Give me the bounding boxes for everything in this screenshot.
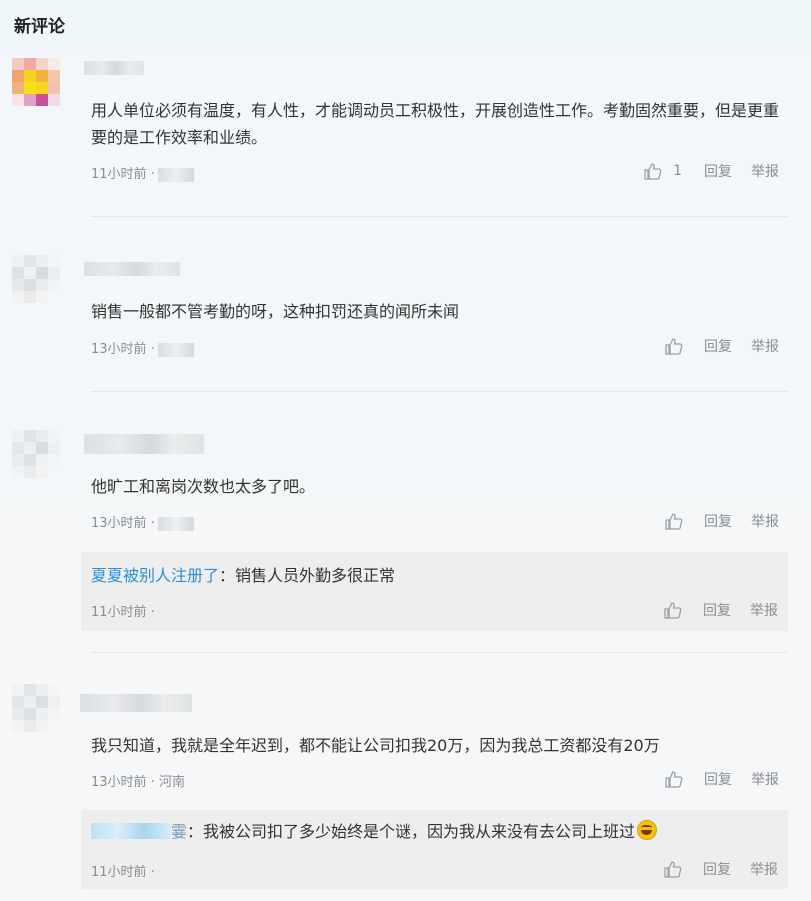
sub-reply: 夏夏被别人注册了：销售人员外勤多很正常 11小时前 · 回复 举报 (81, 552, 788, 631)
sub-reply-actions: 回复 举报 (663, 859, 778, 879)
sub-reply-time: 11小时前 · (91, 865, 155, 880)
comment-actions: 1 回复 举报 (643, 161, 779, 181)
laughing-emoji-icon (637, 820, 658, 840)
comment-time: 13小时前 · 河南 (91, 775, 185, 790)
thumbs-up-icon[interactable] (643, 162, 663, 180)
sub-reply-text: 夏夏被别人注册了：销售人员外勤多很正常 (91, 564, 395, 588)
comment-time: 11小时前 · (91, 167, 155, 182)
comment-actions: 回复 举报 (664, 769, 779, 789)
comment-meta: 13小时前 · 河南 (91, 771, 185, 790)
thumbs-up-icon[interactable] (663, 860, 683, 878)
sub-reply-author-blurred[interactable] (91, 823, 171, 839)
location-blurred (157, 167, 194, 182)
comment-text: 他旷工和离岗次数也太多了吧。 (91, 477, 316, 496)
username-blurred[interactable] (84, 262, 180, 276)
reply-button[interactable]: 回复 (703, 600, 731, 620)
location-blurred (157, 342, 194, 357)
reply-button[interactable]: 回复 (704, 161, 732, 181)
avatar[interactable] (12, 430, 60, 478)
avatar[interactable] (12, 58, 60, 106)
divider (91, 652, 788, 653)
sub-reply-content: ：销售人员外勤多很正常 (219, 566, 396, 585)
report-button[interactable]: 举报 (751, 161, 779, 181)
avatar[interactable] (12, 255, 60, 303)
thumbs-up-icon[interactable] (664, 337, 684, 355)
sub-reply-author[interactable]: 夏夏被别人注册了 (91, 566, 219, 585)
sub-reply: 霎：我被公司扣了多少始终是个谜，因为我从来没有去公司上班过 11小时前 · 回复… (81, 810, 788, 889)
divider (91, 391, 788, 392)
comment-actions: 回复 举报 (664, 336, 779, 356)
username-blurred[interactable] (84, 61, 144, 75)
sub-reply-author[interactable]: 霎 (171, 822, 187, 841)
like-count: 1 (673, 163, 682, 179)
sub-reply-time: 11小时前 · (91, 605, 155, 620)
thumbs-up-icon[interactable] (664, 512, 684, 530)
thumbs-up-icon[interactable] (664, 770, 684, 788)
location-blurred (157, 516, 194, 531)
comment-time: 13小时前 · (91, 516, 155, 531)
comment-text: 用人单位必须有温度，有人性，才能调动员工积极性，开展创造性工作。考勤固然重要，但… (91, 101, 780, 147)
sub-reply-actions: 回复 举报 (663, 600, 778, 620)
reply-button[interactable]: 回复 (703, 859, 731, 879)
divider (91, 216, 788, 217)
sub-reply-content: ：我被公司扣了多少始终是个谜，因为我从来没有去公司上班过 (187, 822, 636, 841)
comment-text: 销售一般都不管考勤的呀，这种扣罚还真的闻所未闻 (91, 302, 460, 321)
comment-meta: 11小时前 · (91, 163, 194, 182)
username-blurred[interactable] (80, 694, 192, 712)
reply-button[interactable]: 回复 (704, 336, 732, 356)
reply-button[interactable]: 回复 (704, 511, 732, 531)
comments-page: 新评论 用人单位必须有温度，有人性，才能调动员工积极性，开展创造性工作。考勤固然… (0, 0, 811, 901)
report-button[interactable]: 举报 (751, 336, 779, 356)
username-blurred[interactable] (84, 434, 204, 454)
comment-actions: 回复 举报 (664, 511, 779, 531)
comment-text: 我只知道，我就是全年迟到，都不能让公司扣我20万，因为我总工资都没有20万 (91, 736, 660, 755)
comment-time: 13小时前 · (91, 342, 155, 357)
reply-button[interactable]: 回复 (704, 769, 732, 789)
report-button[interactable]: 举报 (751, 769, 779, 789)
report-button[interactable]: 举报 (750, 859, 778, 879)
comment-meta: 13小时前 · (91, 338, 194, 357)
sub-reply-text: 霎：我被公司扣了多少始终是个谜，因为我从来没有去公司上班过 (91, 820, 658, 844)
report-button[interactable]: 举报 (751, 511, 779, 531)
section-title: 新评论 (14, 17, 65, 37)
sub-reply-meta: 11小时前 · (91, 601, 155, 620)
report-button[interactable]: 举报 (750, 600, 778, 620)
thumbs-up-icon[interactable] (663, 601, 683, 619)
comment-meta: 13小时前 · (91, 512, 194, 531)
sub-reply-meta: 11小时前 · (91, 861, 155, 880)
avatar[interactable] (12, 684, 60, 732)
